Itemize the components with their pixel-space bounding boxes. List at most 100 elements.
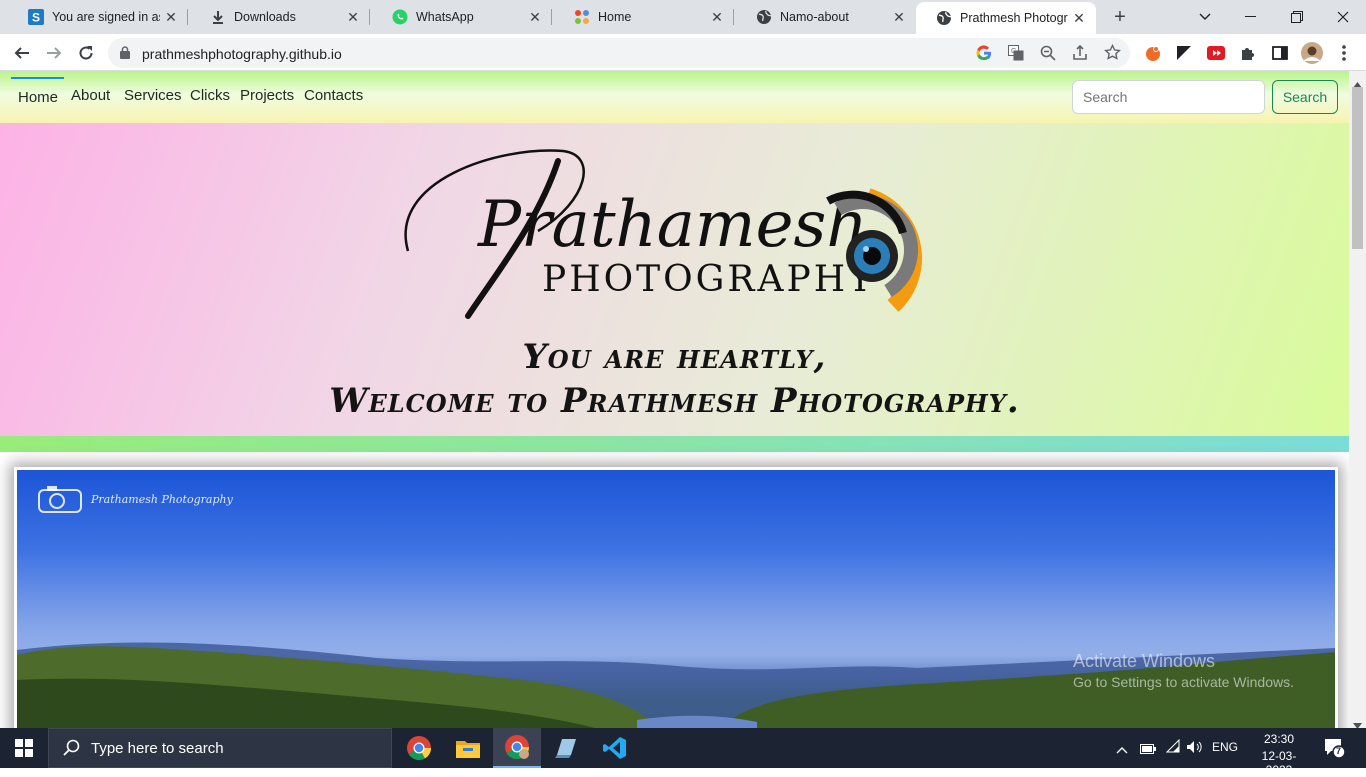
file-explorer-icon[interactable] bbox=[444, 728, 492, 768]
restore-button[interactable] bbox=[1274, 0, 1320, 34]
clock[interactable]: 23:30 12-03-2023 bbox=[1250, 732, 1308, 777]
browser-tab[interactable]: Home ✕ bbox=[554, 0, 734, 34]
nav-link-about[interactable]: About bbox=[71, 87, 110, 104]
taskbar-search-box[interactable]: Type here to search bbox=[48, 728, 392, 768]
extension-red-icon[interactable] bbox=[1203, 40, 1229, 66]
svg-text:S: S bbox=[32, 11, 40, 25]
page-scrollbar[interactable] bbox=[1349, 71, 1366, 728]
welcome-line-2: Welcome to Prathmesh Photography. bbox=[329, 381, 1020, 421]
section-divider bbox=[0, 436, 1349, 452]
close-icon[interactable]: ✕ bbox=[888, 6, 910, 28]
side-panel-icon[interactable] bbox=[1267, 40, 1293, 66]
site-navbar: Home About Services Clicks Projects Cont… bbox=[0, 71, 1349, 123]
hero-banner: Prathamesh PHOTOGRAPHY You are heartly, … bbox=[0, 123, 1349, 436]
taskbar-search-placeholder: Type here to search bbox=[91, 739, 224, 757]
windows-logo-icon bbox=[15, 739, 33, 757]
google-icon[interactable] bbox=[976, 45, 992, 66]
profile-avatar[interactable] bbox=[1299, 40, 1325, 66]
activate-subtitle: Go to Settings to activate Windows. bbox=[1073, 674, 1294, 690]
camera-watermark-icon bbox=[38, 486, 82, 513]
download-icon bbox=[210, 9, 226, 25]
whatsapp-icon bbox=[392, 9, 408, 25]
browser-tab[interactable]: WhatsApp ✕ bbox=[372, 0, 552, 34]
menu-kebab-icon[interactable] bbox=[1331, 40, 1357, 66]
new-tab-button[interactable]: + bbox=[1108, 5, 1132, 29]
tab-divider bbox=[369, 9, 370, 25]
windows-activation-watermark: Activate Windows Go to Settings to activ… bbox=[1073, 651, 1294, 690]
nav-link-services[interactable]: Services bbox=[124, 87, 182, 104]
notification-center-icon[interactable]: 7 bbox=[1324, 738, 1346, 763]
back-button[interactable] bbox=[9, 40, 35, 66]
tab-title: You are signed in as 20 bbox=[52, 10, 160, 24]
url-text: prathmeshphotography.github.io bbox=[142, 46, 342, 62]
brand-logo: Prathamesh PHOTOGRAPHY bbox=[388, 141, 948, 326]
clock-time: 23:30 bbox=[1263, 732, 1295, 746]
start-button[interactable] bbox=[0, 728, 48, 768]
nav-link-contacts[interactable]: Contacts bbox=[304, 87, 363, 104]
tab-title: Downloads bbox=[234, 10, 296, 24]
vscode-taskbar-icon[interactable] bbox=[591, 728, 639, 768]
close-icon[interactable]: ✕ bbox=[160, 6, 182, 28]
logo-script-text: Prathamesh bbox=[477, 188, 868, 262]
extension-orange-icon[interactable] bbox=[1140, 40, 1166, 66]
bookmark-star-icon[interactable] bbox=[1104, 43, 1121, 66]
browser-tab-strip: S You are signed in as 20 ✕ Downloads ✕ … bbox=[0, 0, 1366, 34]
welcome-line-1: You are heartly, bbox=[522, 337, 827, 377]
browser-tab[interactable]: Downloads ✕ bbox=[190, 0, 370, 34]
minimize-button[interactable] bbox=[1228, 0, 1274, 34]
tab-title: Namo-about bbox=[780, 10, 849, 24]
nav-link-home[interactable]: Home bbox=[18, 89, 58, 106]
chrome-taskbar-icon[interactable] bbox=[395, 728, 443, 768]
svg-text:G: G bbox=[1011, 48, 1016, 55]
photo-watermark-text: Prathamesh Photography bbox=[91, 492, 233, 506]
address-bar[interactable]: prathmeshphotography.github.io G bbox=[108, 38, 1130, 68]
app-taskbar-icon[interactable] bbox=[542, 728, 590, 768]
search-icon bbox=[63, 739, 80, 756]
browser-tab-active[interactable]: Prathmesh Photograp ✕ bbox=[916, 2, 1096, 34]
close-icon[interactable]: ✕ bbox=[342, 6, 364, 28]
lock-icon[interactable] bbox=[120, 46, 130, 64]
tab-title: WhatsApp bbox=[416, 10, 474, 24]
share-icon[interactable] bbox=[1072, 44, 1088, 66]
clock-date: 12-03-2023 bbox=[1261, 749, 1297, 777]
photo-watermark-logo: Prathamesh Photography bbox=[37, 484, 233, 514]
windows-taskbar: Type here to search ENG 23:30 12-03-2023… bbox=[0, 728, 1366, 777]
tab-search-chevron-icon[interactable] bbox=[1182, 0, 1228, 34]
browser-toolbar: prathmeshphotography.github.io G bbox=[0, 34, 1366, 71]
forward-button[interactable] bbox=[41, 40, 67, 66]
scrollbar-thumb[interactable] bbox=[1352, 87, 1363, 249]
language-indicator[interactable]: ENG bbox=[1212, 740, 1238, 754]
browser-tab[interactable]: Namo-about ✕ bbox=[736, 0, 916, 34]
site-search-button[interactable]: Search bbox=[1272, 80, 1338, 114]
s-letter-icon: S bbox=[28, 9, 44, 25]
nav-link-clicks[interactable]: Clicks bbox=[190, 87, 230, 104]
reload-button[interactable] bbox=[73, 40, 99, 66]
tab-divider bbox=[187, 9, 188, 25]
close-window-button[interactable] bbox=[1320, 0, 1366, 34]
tray-chevron-up-icon[interactable] bbox=[1116, 741, 1128, 759]
wifi-icon[interactable] bbox=[1165, 738, 1180, 758]
close-icon[interactable]: ✕ bbox=[1068, 7, 1090, 29]
battery-icon[interactable] bbox=[1140, 741, 1156, 759]
activate-title: Activate Windows bbox=[1073, 651, 1216, 671]
tab-divider bbox=[733, 9, 734, 25]
extension-dark-icon[interactable] bbox=[1171, 40, 1197, 66]
close-icon[interactable]: ✕ bbox=[524, 6, 546, 28]
tab-title: Prathmesh Photograp bbox=[960, 11, 1068, 25]
chrome-profile-taskbar-icon[interactable] bbox=[493, 728, 541, 768]
notification-count: 7 bbox=[1336, 746, 1342, 756]
translate-icon[interactable]: G bbox=[1008, 45, 1024, 66]
joomla-icon bbox=[574, 9, 590, 25]
site-search-input[interactable] bbox=[1072, 80, 1265, 114]
web-page: Home About Services Clicks Projects Cont… bbox=[0, 71, 1366, 728]
scroll-down-arrow-icon[interactable] bbox=[1353, 716, 1362, 728]
nav-link-projects[interactable]: Projects bbox=[240, 87, 294, 104]
extensions-puzzle-icon[interactable] bbox=[1235, 40, 1261, 66]
volume-icon[interactable] bbox=[1186, 740, 1204, 759]
zoom-icon[interactable] bbox=[1040, 45, 1056, 66]
logo-word: PHOTOGRAPHY bbox=[542, 259, 875, 300]
close-icon[interactable]: ✕ bbox=[706, 6, 728, 28]
tab-divider bbox=[551, 9, 552, 25]
browser-tab[interactable]: S You are signed in as 20 ✕ bbox=[8, 0, 188, 34]
nav-active-indicator bbox=[11, 77, 64, 79]
